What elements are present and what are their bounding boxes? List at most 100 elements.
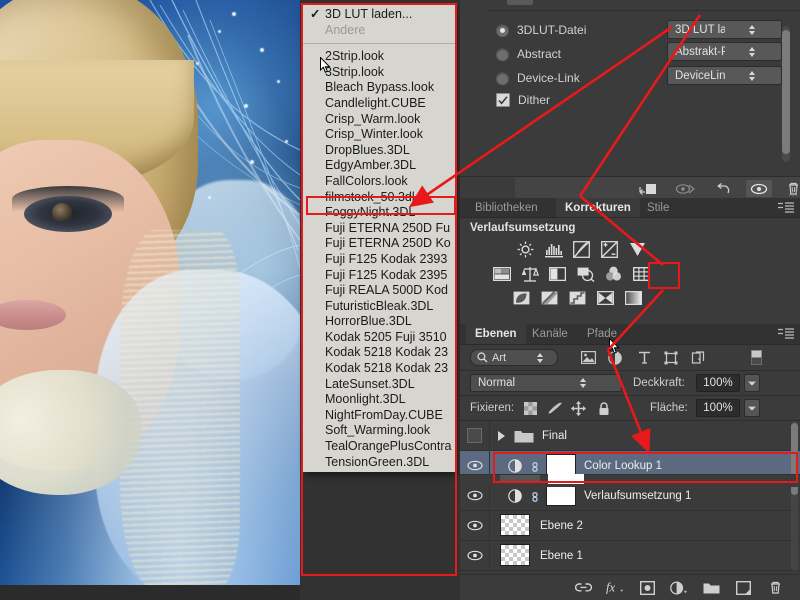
invert-icon[interactable] <box>512 288 531 307</box>
layer-row[interactable]: Ebene 1 <box>460 541 800 571</box>
type-layer-filter-icon[interactable] <box>634 349 654 366</box>
clip-to-layer-icon[interactable] <box>635 180 661 197</box>
layer-visibility-toggle[interactable] <box>460 511 489 539</box>
menu-item[interactable]: Crisp_Warm.look <box>303 112 455 128</box>
opacity-dropdown-arrow[interactable] <box>744 374 760 392</box>
levels-icon[interactable] <box>544 240 563 259</box>
lock-position-icon[interactable] <box>570 401 587 416</box>
mask-link-icon[interactable] <box>529 460 541 472</box>
blend-mode-select[interactable]: Normal <box>470 374 622 392</box>
reset-icon[interactable] <box>711 180 737 197</box>
panel-menu-icon[interactable] <box>778 328 794 339</box>
menu-item[interactable]: Fuji ETERNA 250D Ko <box>303 236 455 252</box>
link-layers-icon[interactable] <box>574 579 592 597</box>
gradient-map-icon[interactable] <box>624 288 643 307</box>
menu-item[interactable]: HorrorBlue.3DL <box>303 314 455 330</box>
brightness-icon[interactable] <box>516 240 535 259</box>
menu-item[interactable]: Fuji REALA 500D Kod <box>303 283 455 299</box>
add-mask-icon[interactable] <box>638 579 656 597</box>
black-white-icon[interactable] <box>548 264 567 283</box>
radio-abstract[interactable] <box>496 47 509 61</box>
menu-item[interactable]: Soft_Warming.look <box>303 423 455 439</box>
menu-item[interactable]: filmstock_50.3dl <box>303 190 455 206</box>
threshold-icon[interactable] <box>568 288 587 307</box>
resize-grip-icon[interactable] <box>785 185 798 197</box>
smart-object-filter-icon[interactable] <box>688 349 708 366</box>
panel-menu-icon[interactable] <box>778 202 794 213</box>
layer-visibility-toggle[interactable] <box>460 421 489 449</box>
menu-item[interactable]: FallColors.look <box>303 174 455 190</box>
tab-stile[interactable]: Stile <box>638 198 678 217</box>
fill-field[interactable]: 100% <box>696 399 740 417</box>
tab-korrekturen[interactable]: Korrekturen <box>556 198 640 217</box>
checkbox-dither[interactable] <box>496 93 510 107</box>
menu-item[interactable]: EdgyAmber.3DL <box>303 158 455 174</box>
menu-item[interactable]: NightFromDay.CUBE <box>303 408 455 424</box>
pixel-layer-filter-icon[interactable] <box>578 349 598 366</box>
dither-row[interactable]: Dither <box>496 90 550 110</box>
tab-ebenen[interactable]: Ebenen <box>466 324 526 344</box>
new-layer-icon[interactable] <box>734 579 752 597</box>
layer-thumbnail[interactable] <box>500 514 530 536</box>
combo-devicelink-profile[interactable]: DeviceLink-Profil l... <box>667 66 782 85</box>
menu-item[interactable]: TensionGreen.3DL <box>303 455 455 471</box>
menu-item[interactable]: Fuji ETERNA 250D Fu <box>303 221 455 237</box>
menu-item-3d-lut-laden[interactable]: ✓ 3D LUT laden... <box>303 7 455 23</box>
exposure-icon[interactable] <box>600 240 619 259</box>
delete-layer-icon[interactable] <box>766 579 784 597</box>
menu-item[interactable]: FuturisticBleak.3DL <box>303 299 455 315</box>
lock-transparency-icon[interactable] <box>522 401 539 416</box>
toggle-visibility-icon[interactable] <box>746 180 772 197</box>
color-lookup-icon[interactable] <box>632 264 651 283</box>
option-row-device-link[interactable]: Device-Link <box>496 68 580 88</box>
filter-toggle-icon[interactable] <box>746 349 766 366</box>
opacity-field[interactable]: 100% <box>696 374 740 392</box>
layer-row-partial[interactable] <box>460 474 800 487</box>
curves-icon[interactable] <box>572 240 591 259</box>
menu-item[interactable]: LateSunset.3DL <box>303 377 455 393</box>
layer-kind-filter[interactable]: Art <box>470 349 558 366</box>
posterize-icon[interactable] <box>540 288 559 307</box>
layer-list[interactable]: Final Color Lookup 1 Verlaufsumsetzung 1 Eb… <box>460 421 800 571</box>
photo-filter-icon[interactable] <box>576 264 595 283</box>
layer-row[interactable]: Final <box>460 421 800 451</box>
vibrance-icon[interactable] <box>628 240 647 259</box>
combo-abstract-profile[interactable]: Abstrakt-Profil lad... <box>667 42 782 61</box>
tab-bibliotheken[interactable]: Bibliotheken <box>466 198 547 217</box>
menu-item[interactable]: FoggyNight.3DL <box>303 205 455 221</box>
layer-row[interactable]: Ebene 2 <box>460 511 800 541</box>
menu-item[interactable]: Crisp_Winter.look <box>303 127 455 143</box>
option-row-3dlut[interactable]: 3DLUT-Datei <box>496 20 586 40</box>
new-adjustment-layer-icon[interactable] <box>670 579 688 597</box>
menu-item[interactable]: Fuji F125 Kodak 2395 <box>303 268 455 284</box>
menu-item[interactable]: Kodak 5218 Kodak 23 <box>303 345 455 361</box>
combo-3dlut-file[interactable]: 3D LUT laden... <box>667 20 782 39</box>
radio-device-link[interactable] <box>496 71 509 85</box>
hue-saturation-icon[interactable] <box>492 264 511 283</box>
document-canvas[interactable] <box>0 0 300 585</box>
menu-item[interactable]: Moonlight.3DL <box>303 392 455 408</box>
lut-dropdown-menu[interactable]: ✓ 3D LUT laden... Andere 2Strip.look 3Str… <box>303 5 455 473</box>
menu-item[interactable]: Kodak 5218 Kodak 23 <box>303 361 455 377</box>
lock-image-icon[interactable] <box>546 401 563 416</box>
new-group-icon[interactable] <box>702 579 720 597</box>
fill-dropdown-arrow[interactable] <box>744 399 760 417</box>
menu-item[interactable]: DropBlues.3DL <box>303 143 455 159</box>
layer-thumbnail[interactable] <box>500 544 530 566</box>
layer-mask-thumbnail[interactable] <box>546 454 576 476</box>
selective-color-icon[interactable] <box>596 288 615 307</box>
properties-scrollbar[interactable] <box>782 26 790 162</box>
menu-item[interactable]: TealOrangePlusContra <box>303 439 455 455</box>
mask-link-icon[interactable] <box>529 490 541 502</box>
menu-item[interactable]: Bleach Bypass.look <box>303 80 455 96</box>
channel-mixer-icon[interactable] <box>604 264 623 283</box>
view-previous-icon[interactable] <box>673 180 699 197</box>
tab-kanaele[interactable]: Kanäle <box>523 324 577 344</box>
option-row-abstract[interactable]: Abstract <box>496 44 561 64</box>
group-expand-arrow[interactable] <box>498 431 505 441</box>
layer-mask-thumbnail[interactable] <box>546 484 576 506</box>
menu-item[interactable]: Kodak 5205 Fuji 3510 <box>303 330 455 346</box>
radio-3dlut-datei[interactable] <box>496 23 509 37</box>
color-balance-icon[interactable] <box>520 264 539 283</box>
lock-all-icon[interactable] <box>595 401 612 416</box>
